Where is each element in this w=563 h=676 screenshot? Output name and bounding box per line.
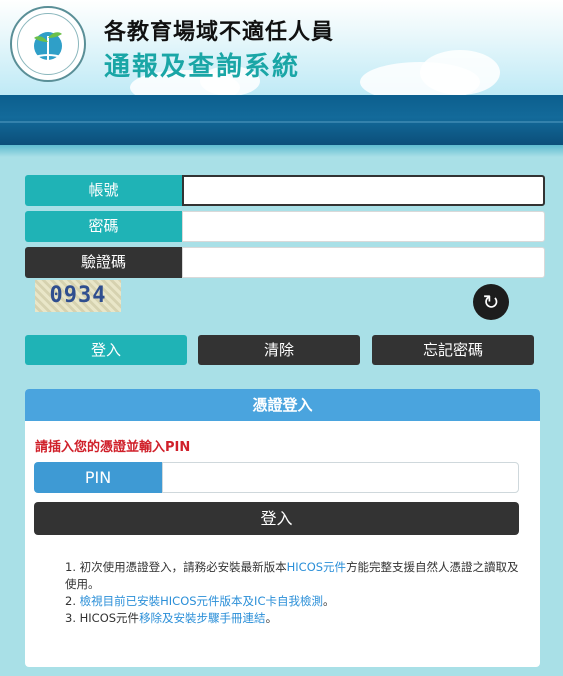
hicos-download-link[interactable]: HICOS元件 — [287, 560, 346, 574]
certificate-login-button[interactable]: 登入 — [34, 502, 519, 535]
forgot-password-button[interactable]: 忘記密碼 — [372, 335, 534, 365]
password-input[interactable] — [182, 211, 545, 242]
note-text: 。 — [322, 594, 335, 608]
captcha-input[interactable] — [182, 247, 545, 278]
band-shadow — [0, 145, 563, 157]
captcha-label: 驗證碼 — [25, 247, 182, 278]
site-title-line2: 通報及查詢系統 — [104, 52, 301, 82]
note-number: 1. — [65, 560, 76, 574]
login-button[interactable]: 登入 — [25, 335, 187, 365]
note-number: 2. — [65, 594, 76, 608]
note-text: 初次使用憑證登入，請務必安裝最新版本 — [79, 560, 287, 574]
note-number: 3. — [65, 611, 76, 625]
pin-row: PIN — [34, 462, 519, 493]
note-item-3: 3. HICOS元件移除及安裝步驟手冊連結。 — [65, 610, 525, 627]
certificate-login-panel: 憑證登入 請插入您的憑證並輸入PIN PIN 登入 1. 初次使用憑證登入，請務… — [25, 389, 540, 667]
header-band — [0, 95, 563, 145]
password-label: 密碼 — [25, 211, 182, 242]
site-header: 各教育場域不適任人員 通報及查詢系統 — [0, 0, 563, 95]
sprout-icon — [31, 32, 65, 60]
refresh-captcha-icon[interactable]: ↻ — [473, 284, 509, 320]
account-input[interactable] — [182, 175, 545, 206]
hicos-check-link[interactable]: 檢視目前已安裝HICOS元件版本及IC卡自我檢測 — [80, 594, 323, 608]
cloud-decoration — [420, 50, 500, 95]
hicos-manual-link[interactable]: 移除及安裝步驟手冊連結 — [139, 611, 266, 625]
pin-warning: 請插入您的憑證並輸入PIN — [35, 440, 191, 455]
pin-input[interactable] — [162, 462, 519, 493]
note-item-1: 1. 初次使用憑證登入，請務必安裝最新版本HICOS元件方能完整支援自然人憑證之… — [65, 559, 525, 593]
note-text: HICOS元件 — [79, 611, 140, 625]
captcha-row: 驗證碼 — [25, 247, 545, 278]
password-row: 密碼 — [25, 211, 545, 242]
notes-list: 1. 初次使用憑證登入，請務必安裝最新版本HICOS元件方能完整支援自然人憑證之… — [65, 559, 525, 627]
account-row: 帳號 — [25, 175, 545, 206]
band-divider — [0, 121, 563, 123]
account-label: 帳號 — [25, 175, 182, 206]
pin-label: PIN — [34, 462, 162, 493]
captcha-image: 0934 — [35, 280, 121, 312]
note-item-2: 2. 檢視目前已安裝HICOS元件版本及IC卡自我檢測。 — [65, 593, 525, 610]
ministry-logo[interactable] — [10, 6, 86, 82]
site-title-line1: 各教育場域不適任人員 — [104, 20, 335, 45]
panel-title: 憑證登入 — [25, 389, 540, 421]
clear-button[interactable]: 清除 — [198, 335, 360, 365]
note-text: 。 — [265, 611, 278, 625]
